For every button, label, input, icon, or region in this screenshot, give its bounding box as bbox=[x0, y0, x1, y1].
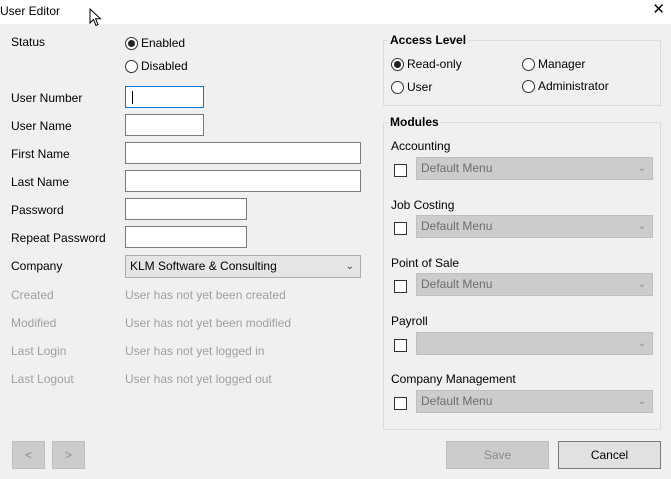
module-payroll-menu-dropdown[interactable]: ⌄ bbox=[416, 332, 653, 355]
radio-selected-indicator bbox=[125, 36, 138, 50]
access-user-label: User bbox=[407, 80, 433, 94]
module-job-costing-checkbox[interactable] bbox=[394, 222, 407, 235]
last-login-label: Last Login bbox=[11, 344, 67, 358]
created-value: User has not yet been created bbox=[125, 288, 286, 302]
chevron-down-icon: ⌄ bbox=[345, 261, 354, 272]
company-selected-value: KLM Software & Consulting bbox=[130, 259, 277, 273]
module-point-of-sale-checkbox[interactable] bbox=[394, 280, 407, 293]
module-job-costing-menu-value: Default Menu bbox=[421, 219, 493, 233]
modules-title: Modules bbox=[388, 115, 441, 129]
module-payroll-label: Payroll bbox=[391, 314, 428, 328]
status-enabled-label: Enabled bbox=[141, 36, 186, 50]
chevron-down-icon: ⌄ bbox=[637, 396, 646, 407]
company-label: Company bbox=[11, 259, 63, 273]
chevron-down-icon: ⌄ bbox=[637, 279, 646, 290]
radio-indicator bbox=[391, 80, 404, 94]
chevron-down-icon: ⌄ bbox=[637, 338, 646, 349]
mouse-pointer-icon bbox=[89, 8, 102, 27]
last-login-value: User has not yet logged in bbox=[125, 344, 265, 358]
access-manager-radio[interactable]: Manager bbox=[522, 57, 585, 71]
last-logout-value: User has not yet logged out bbox=[125, 372, 272, 386]
radio-selected-indicator bbox=[391, 57, 404, 71]
cancel-button[interactable]: Cancel bbox=[558, 441, 661, 469]
status-enabled-radio[interactable]: Enabled bbox=[125, 36, 185, 50]
first-name-label: First Name bbox=[11, 147, 70, 161]
access-manager-label: Manager bbox=[538, 57, 586, 71]
access-level-title: Access Level bbox=[388, 33, 469, 47]
access-level-group bbox=[383, 40, 661, 106]
close-icon[interactable]: ✕ bbox=[652, 2, 665, 18]
next-button[interactable]: > bbox=[52, 441, 85, 469]
last-name-input[interactable] bbox=[125, 170, 361, 192]
save-button[interactable]: Save bbox=[446, 441, 549, 469]
chevron-down-icon: ⌄ bbox=[637, 221, 646, 232]
module-point-of-sale-menu-dropdown[interactable]: Default Menu ⌄ bbox=[416, 273, 653, 296]
module-company-management-label: Company Management bbox=[391, 372, 516, 386]
chevron-down-icon: ⌄ bbox=[637, 163, 646, 174]
company-dropdown[interactable]: KLM Software & Consulting ⌄ bbox=[125, 255, 361, 278]
window-title: User Editor bbox=[0, 4, 61, 18]
module-accounting-menu-dropdown[interactable]: Default Menu ⌄ bbox=[416, 157, 653, 180]
status-disabled-radio[interactable]: Disabled bbox=[125, 59, 188, 73]
module-point-of-sale-menu-value: Default Menu bbox=[421, 277, 493, 291]
module-job-costing-menu-dropdown[interactable]: Default Menu ⌄ bbox=[416, 215, 653, 238]
repeat-password-input[interactable] bbox=[125, 226, 247, 248]
module-accounting-checkbox[interactable] bbox=[394, 164, 407, 177]
user-number-label: User Number bbox=[11, 91, 83, 105]
modified-label: Modified bbox=[11, 316, 57, 330]
module-accounting-label: Accounting bbox=[391, 139, 451, 153]
user-number-input[interactable] bbox=[125, 86, 204, 108]
access-read-only-radio[interactable]: Read-only bbox=[391, 57, 462, 71]
radio-indicator bbox=[522, 57, 535, 71]
status-disabled-label: Disabled bbox=[141, 59, 188, 73]
module-accounting-menu-value: Default Menu bbox=[421, 161, 493, 175]
access-administrator-radio[interactable]: Administrator bbox=[522, 79, 609, 93]
module-company-management-menu-dropdown[interactable]: Default Menu ⌄ bbox=[416, 390, 653, 413]
access-read-only-label: Read-only bbox=[407, 57, 462, 71]
repeat-password-label: Repeat Password bbox=[11, 231, 106, 245]
module-company-management-menu-value: Default Menu bbox=[421, 394, 493, 408]
module-company-management-checkbox[interactable] bbox=[394, 397, 407, 410]
last-logout-label: Last Logout bbox=[11, 372, 74, 386]
radio-indicator bbox=[125, 59, 138, 73]
text-caret bbox=[132, 91, 133, 104]
password-input[interactable] bbox=[125, 198, 247, 220]
access-user-radio[interactable]: User bbox=[391, 80, 432, 94]
last-name-label: Last Name bbox=[11, 175, 70, 189]
created-label: Created bbox=[11, 288, 54, 302]
user-name-input[interactable] bbox=[125, 114, 204, 136]
module-job-costing-label: Job Costing bbox=[391, 198, 455, 212]
module-point-of-sale-label: Point of Sale bbox=[391, 256, 460, 270]
first-name-input[interactable] bbox=[125, 142, 361, 164]
password-label: Password bbox=[11, 203, 64, 217]
radio-indicator bbox=[522, 79, 535, 93]
status-label: Status bbox=[11, 35, 46, 49]
access-administrator-label: Administrator bbox=[538, 79, 609, 93]
modified-value: User has not yet been modified bbox=[125, 316, 292, 330]
user-name-label: User Name bbox=[11, 119, 72, 133]
module-payroll-checkbox[interactable] bbox=[394, 339, 407, 352]
previous-button[interactable]: < bbox=[12, 441, 45, 469]
